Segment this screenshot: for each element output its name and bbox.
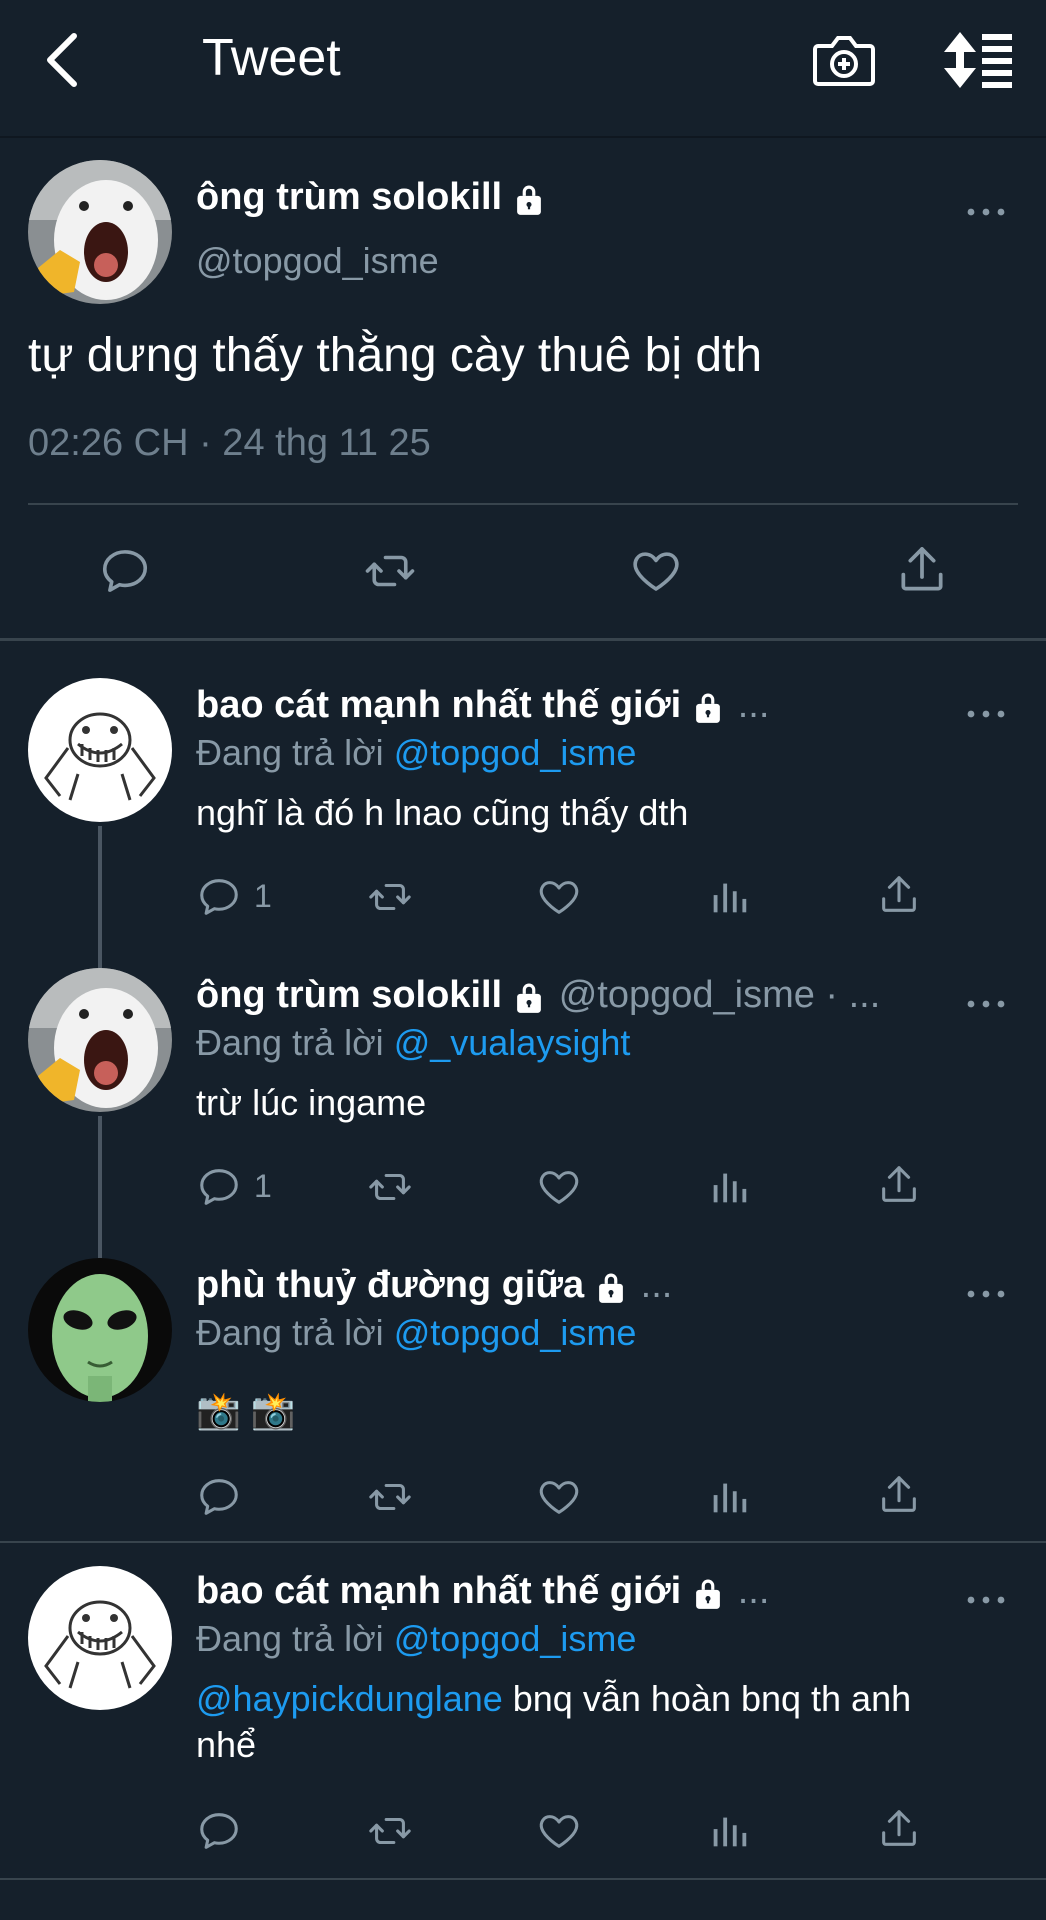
reply-count: 1 — [254, 878, 272, 914]
share-icon[interactable] — [894, 542, 950, 598]
lock-icon — [689, 1574, 727, 1612]
reply-author-name[interactable]: bao cát mạnh nhất thế giới ... — [196, 1570, 769, 1613]
lock-icon — [689, 688, 727, 726]
reply-author-name-text: bao cát mạnh nhất thế giới — [196, 1570, 682, 1612]
retweet-icon[interactable] — [364, 1474, 416, 1520]
page-title: Tweet — [202, 29, 341, 87]
reply-text: trừ lúc ingame — [196, 1082, 427, 1123]
heart-icon[interactable] — [536, 1808, 582, 1854]
analytics-icon[interactable] — [706, 874, 752, 920]
back-button[interactable] — [40, 30, 88, 90]
replying-to-link[interactable]: @topgod_isme — [394, 1618, 637, 1659]
avatar[interactable] — [28, 1566, 172, 1710]
reply-tweet[interactable]: bao cát mạnh nhất thế giới ... Đang trả … — [0, 1546, 1046, 1876]
share-icon[interactable] — [876, 872, 922, 918]
analytics-icon[interactable] — [706, 1164, 752, 1210]
reply-icon[interactable] — [196, 874, 242, 920]
replying-prefix: Đang trả lời — [196, 1618, 394, 1659]
tweet-text: tự dưng thấy thằng cày thuê bị dth — [28, 329, 763, 382]
more-icon[interactable] — [966, 994, 1006, 1014]
avatar[interactable] — [28, 1258, 172, 1402]
replying-to: Đang trả lời @topgod_isme — [196, 1618, 636, 1660]
reply-author-name-text: bao cát mạnh nhất thế giới — [196, 684, 682, 726]
replying-to-link[interactable]: @topgod_isme — [394, 1312, 637, 1353]
retweet-icon[interactable] — [364, 874, 416, 920]
replying-to: Đang trả lời @topgod_isme — [196, 732, 636, 774]
reply-icon[interactable] — [196, 1164, 242, 1210]
reply-author-suffix: ... — [737, 684, 770, 726]
replying-to: Đang trả lời @topgod_isme — [196, 1312, 636, 1354]
reply-icon[interactable] — [98, 544, 152, 598]
reply-author-name-text: ông trùm solokill — [196, 974, 503, 1016]
heart-icon[interactable] — [536, 1474, 582, 1520]
replying-to-link[interactable]: @_vualaysight — [394, 1022, 631, 1063]
share-icon[interactable] — [876, 1162, 922, 1208]
reply-tweet[interactable]: bao cát mạnh nhất thế giới ... Đang trả … — [0, 660, 1046, 950]
avatar[interactable] — [28, 160, 172, 304]
reply-author-name-text: phù thuỷ đường giữa — [196, 1264, 585, 1306]
heart-icon[interactable] — [536, 1164, 582, 1210]
more-icon[interactable] — [966, 202, 1006, 222]
camera-plus-icon — [813, 36, 875, 86]
divider — [0, 1878, 1046, 1880]
reply-text: nghĩ là đó h lnao cũng thấy dth — [196, 792, 689, 833]
reply-count: 1 — [254, 1168, 272, 1204]
divider — [28, 503, 1018, 505]
reply-author-name[interactable]: ông trùm solokill @topgod_isme · ... — [196, 974, 880, 1017]
share-icon[interactable] — [876, 1472, 922, 1518]
lock-icon — [510, 180, 548, 218]
reply-icon[interactable] — [196, 1808, 242, 1854]
retweet-icon[interactable] — [364, 1808, 416, 1854]
more-icon[interactable] — [966, 1284, 1006, 1304]
replying-prefix: Đang trả lời — [196, 732, 394, 773]
sort-icon — [944, 32, 1012, 88]
camera-button[interactable] — [812, 30, 876, 90]
share-icon[interactable] — [876, 1806, 922, 1852]
more-icon[interactable] — [966, 704, 1006, 724]
lock-icon — [510, 978, 548, 1016]
reply-author-name[interactable]: bao cát mạnh nhất thế giới ... — [196, 684, 769, 727]
replying-prefix: Đang trả lời — [196, 1312, 394, 1353]
avatar[interactable] — [28, 968, 172, 1112]
reply-tweet[interactable]: phù thuỷ đường giữa ... Đang trả lời @to… — [0, 1240, 1046, 1540]
heart-icon[interactable] — [536, 874, 582, 920]
author-handle[interactable]: @topgod_isme — [196, 240, 439, 282]
reply-text: 📸 📸 — [196, 1390, 296, 1431]
reply-author-suffix: ... — [737, 1570, 770, 1612]
replying-to-link[interactable]: @topgod_isme — [394, 732, 637, 773]
analytics-icon[interactable] — [706, 1808, 752, 1854]
lock-icon — [592, 1268, 630, 1306]
reply-author-suffix: @topgod_isme · ... — [558, 974, 881, 1016]
mention-link[interactable]: @haypickdunglane — [196, 1678, 503, 1719]
top-bar: Tweet — [0, 0, 1046, 138]
tweet-timestamp: 02:26 CH · 24 thg 11 25 — [28, 422, 431, 464]
main-tweet: ông trùm solokill @topgod_isme tự dưng t… — [0, 138, 1046, 641]
heart-icon[interactable] — [628, 544, 684, 598]
reply-author-name[interactable]: phù thuỷ đường giữa ... — [196, 1264, 672, 1307]
more-icon[interactable] — [966, 1590, 1006, 1610]
author-name-text: ông trùm solokill — [196, 176, 503, 218]
chevron-left-icon — [47, 33, 77, 87]
retweet-icon[interactable] — [358, 544, 422, 598]
reply-tweet[interactable]: ông trùm solokill @topgod_isme · ... Đan… — [0, 950, 1046, 1240]
reply-author-suffix: ... — [640, 1264, 673, 1306]
replying-to: Đang trả lời @_vualaysight — [196, 1022, 630, 1064]
retweet-icon[interactable] — [364, 1164, 416, 1210]
replying-prefix: Đang trả lời — [196, 1022, 394, 1063]
reply-icon[interactable] — [196, 1474, 242, 1520]
divider — [0, 1541, 1046, 1543]
sort-button[interactable] — [940, 30, 1016, 90]
avatar[interactable] — [28, 678, 172, 822]
reply-text: @haypickdunglane bnq vẫn hoàn bnq th anh… — [196, 1676, 976, 1768]
analytics-icon[interactable] — [706, 1474, 752, 1520]
author-name[interactable]: ông trùm solokill — [196, 176, 548, 219]
